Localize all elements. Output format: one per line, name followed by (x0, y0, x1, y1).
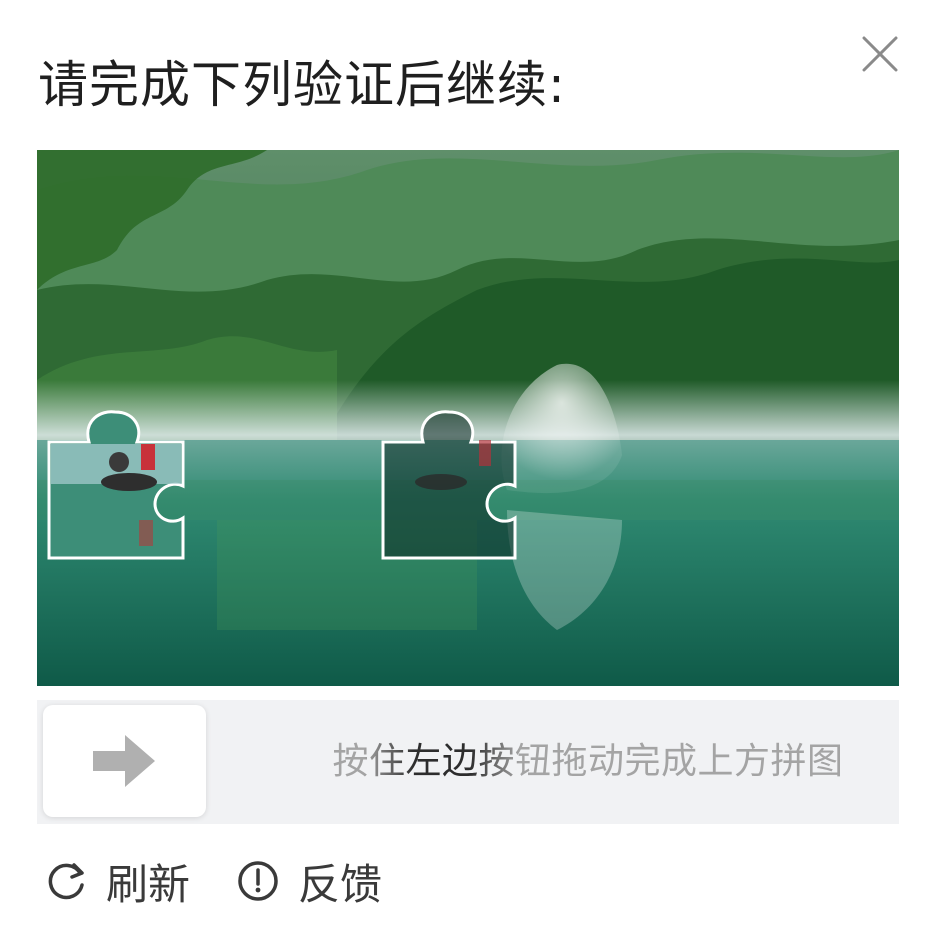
arrow-right-icon (93, 735, 155, 787)
refresh-label: 刷新 (106, 859, 191, 909)
slider-track[interactable]: 按住左边按钮拖动完成上方拼图 (37, 700, 899, 824)
footer-actions: 刷新 反馈 (44, 848, 428, 914)
feedback-button[interactable]: 反馈 (236, 851, 382, 912)
refresh-icon (48, 863, 84, 900)
puzzle-background-image (37, 150, 899, 686)
refresh-button[interactable]: 刷新 (44, 851, 190, 912)
puzzle-image-area (37, 150, 899, 686)
verification-dialog: 请完成下列验证后继续: 按住左边按钮拖动完成上方拼图 刷新 反馈 (0, 0, 936, 948)
slider-hint: 按住左边按钮拖动完成上方拼图 (277, 700, 899, 824)
slider-handle[interactable] (43, 705, 206, 817)
dialog-title: 请完成下列验证后继续: (38, 56, 566, 114)
feedback-label: 反馈 (298, 859, 383, 909)
close-icon (862, 36, 898, 72)
info-circle-icon (238, 861, 278, 901)
close-button[interactable] (856, 30, 904, 78)
